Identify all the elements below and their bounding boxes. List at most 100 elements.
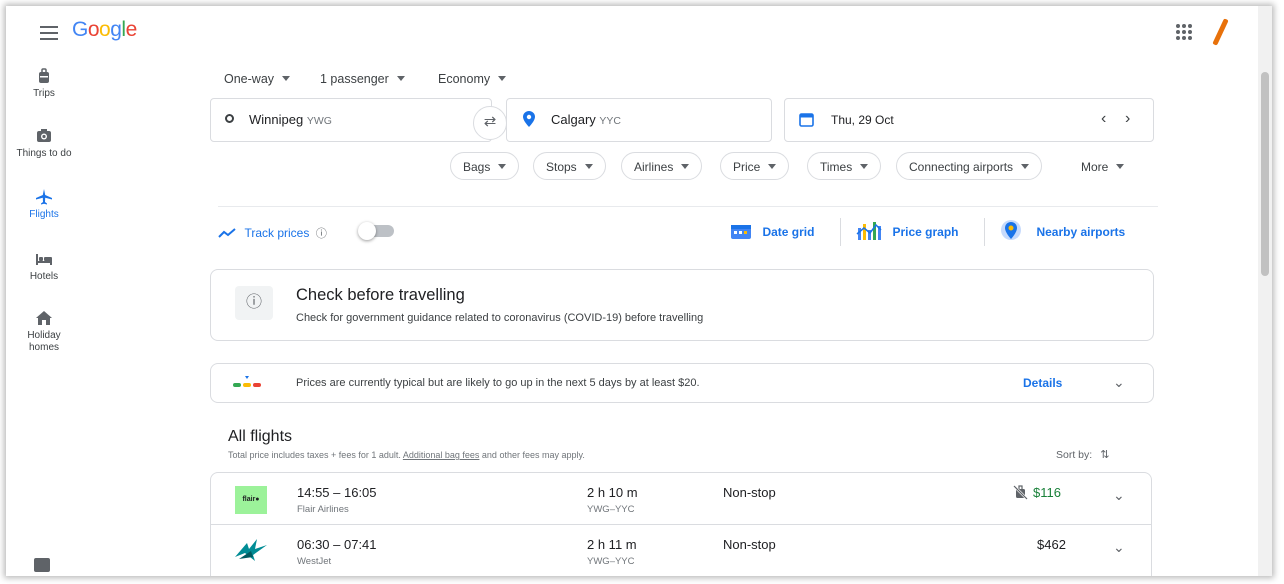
results-heading: All flights	[228, 428, 293, 445]
date-grid-icon	[731, 225, 751, 239]
cabin-label: Economy	[438, 72, 491, 86]
section-divider	[218, 206, 1158, 207]
sidebar-item-label: Holiday homes	[27, 330, 61, 353]
flight-times: 14:55 – 16:05	[297, 485, 377, 500]
destination-city: Calgary	[551, 112, 596, 127]
expand-chevron-icon[interactable]: ⌄	[1113, 539, 1125, 556]
filter-label: Bags	[463, 160, 491, 174]
calendar-icon	[799, 113, 814, 127]
flight-duration: 2 h 11 m	[587, 537, 637, 552]
cabin-select[interactable]: Economy	[438, 72, 507, 86]
trips-icon	[39, 68, 49, 83]
filter-bags[interactable]: Bags	[450, 152, 520, 180]
filter-times[interactable]: Times	[807, 152, 882, 180]
google-logo[interactable]: Google	[72, 18, 137, 42]
trip-type-select[interactable]: One-way	[224, 72, 291, 86]
flight-times: 06:30 – 07:41	[297, 537, 377, 552]
trip-type-label: One-way	[224, 72, 275, 86]
filter-price[interactable]: Price	[720, 152, 790, 180]
price-level-icon	[233, 376, 261, 387]
house-icon	[36, 311, 52, 325]
nearby-airports-button[interactable]: Nearby airports	[1000, 219, 1125, 243]
account-avatar[interactable]	[1212, 18, 1229, 46]
info-icon[interactable]: ⓘ	[316, 228, 327, 240]
origin-field[interactable]: Winnipeg YWG	[210, 98, 492, 142]
sort-button[interactable]: Sort by: ⇅	[1056, 448, 1109, 461]
sidebar-item-label: Hotels	[29, 271, 59, 282]
filter-label: Price	[733, 160, 761, 174]
sidebar-item-label: Things to do	[16, 148, 72, 159]
filter-airlines[interactable]: Airlines	[621, 152, 703, 180]
filter-label: Airlines	[634, 160, 674, 174]
flight-price: $116	[1033, 485, 1061, 500]
details-link[interactable]: Details	[1023, 376, 1062, 390]
filter-label: Connecting airports	[909, 160, 1014, 174]
previous-date-button[interactable]: ‹	[1101, 110, 1106, 128]
sidebar-item-label: Flights	[29, 209, 59, 220]
filter-label: Times	[820, 160, 853, 174]
no-carry-on-icon	[1013, 485, 1028, 500]
track-prices-toggle[interactable]	[358, 222, 394, 240]
destination-field[interactable]: Calgary YYC	[506, 98, 772, 142]
swap-button[interactable]: ⇄	[473, 106, 507, 140]
notice-body: Check for government guidance related to…	[296, 312, 704, 324]
results-subtext: Total price includes taxes + fees for 1 …	[228, 450, 585, 460]
sidebar-item-hotels[interactable]: Hotels	[6, 251, 82, 282]
flight-stops: Non-stop	[723, 485, 776, 500]
apps-grid-icon[interactable]	[1176, 24, 1192, 40]
airplane-icon	[36, 189, 52, 205]
nearby-airports-icon	[1001, 220, 1021, 240]
price-insight-card[interactable]: Prices are currently typical but are lik…	[210, 363, 1154, 403]
subtext-prefix: Total price includes taxes + fees for 1 …	[228, 450, 403, 460]
feedback-icon[interactable]	[34, 558, 50, 572]
flight-price: $462	[1037, 537, 1066, 552]
departure-date: Thu, 29 Oct	[831, 113, 894, 127]
expand-chevron-icon[interactable]: ⌄	[1113, 374, 1125, 391]
filter-label: Stops	[546, 160, 577, 174]
westjet-logo	[235, 539, 267, 561]
sidebar-item-things-to-do[interactable]: Things to do	[6, 128, 82, 159]
menu-icon[interactable]	[40, 26, 58, 40]
price-insight-text: Prices are currently typical but are lik…	[296, 377, 700, 389]
flight-duration: 2 h 10 m	[587, 485, 638, 500]
origin-circle-icon	[225, 114, 234, 123]
flight-row[interactable]: flair● 14:55 – 16:05 Flair Airlines 2 h …	[210, 472, 1152, 525]
track-prices-link[interactable]: Track prices ⓘ	[218, 224, 327, 242]
date-grid-label: Date grid	[762, 225, 815, 239]
scrollbar-track[interactable]	[1258, 6, 1272, 576]
flight-row[interactable]: 06:30 – 07:41 WestJet 2 h 11 m YWG–YYC N…	[210, 525, 1152, 576]
sidebar-item-flights[interactable]: Flights	[6, 189, 82, 220]
flight-stops: Non-stop	[723, 537, 776, 552]
filter-connecting-airports[interactable]: Connecting airports	[896, 152, 1043, 180]
origin-code: YWG	[306, 115, 332, 127]
info-circle-icon: ⓘ	[235, 286, 273, 320]
expand-chevron-icon[interactable]: ⌄	[1113, 487, 1125, 504]
tool-separator	[984, 218, 985, 246]
sidebar-item-trips[interactable]: Trips	[6, 68, 82, 99]
passenger-select[interactable]: 1 passenger	[320, 72, 405, 86]
price-graph-button[interactable]: Price graph	[856, 220, 958, 242]
destination-code: YYC	[599, 115, 622, 127]
scrollbar-thumb[interactable]	[1261, 72, 1269, 276]
date-grid-button[interactable]: Date grid	[730, 222, 814, 241]
passenger-label: 1 passenger	[320, 72, 389, 86]
camera-icon	[37, 129, 51, 142]
airline-name: Flair Airlines	[297, 504, 349, 515]
flight-route: YWG–YYC	[587, 504, 635, 515]
departure-date-field[interactable]: Thu, 29 Oct ‹ ›	[784, 98, 1154, 142]
price-graph-label: Price graph	[892, 225, 959, 239]
filter-label: More	[1081, 160, 1109, 174]
sidebar-item-label: Trips	[33, 88, 55, 99]
filter-stops[interactable]: Stops	[533, 152, 606, 180]
airline-name: WestJet	[297, 556, 332, 567]
flight-route: YWG–YYC	[587, 556, 635, 567]
nearby-airports-label: Nearby airports	[1036, 225, 1126, 239]
price-graph-icon	[856, 222, 882, 240]
trend-icon	[218, 228, 236, 238]
travel-notice-card: ⓘ Check before travelling Check for gove…	[210, 269, 1154, 341]
filter-more[interactable]: More	[1074, 152, 1131, 180]
bag-fees-link[interactable]: Additional bag fees	[403, 450, 480, 460]
sidebar-item-holiday-homes[interactable]: Holiday homes	[6, 310, 82, 354]
flair-airlines-logo: flair●	[235, 486, 267, 514]
next-date-button[interactable]: ›	[1125, 110, 1130, 128]
